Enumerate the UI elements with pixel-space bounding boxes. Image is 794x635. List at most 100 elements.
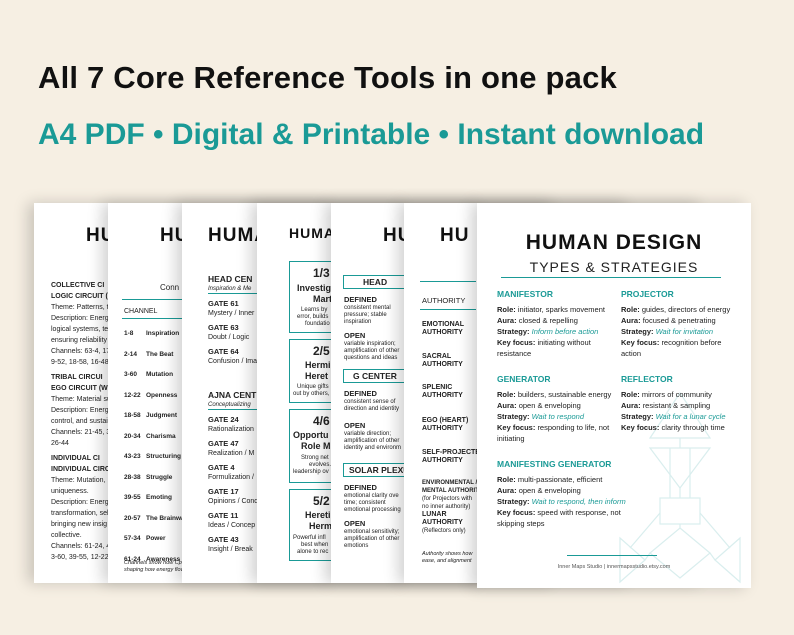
text-line: amplification of other xyxy=(344,438,400,444)
section-heading: INDIVIDUAL CI xyxy=(51,455,100,462)
gate-label: GATE 63 xyxy=(208,323,239,332)
text-line: 9-52, 18-58, 16-48 xyxy=(51,359,109,366)
field-key: Key focus: xyxy=(497,423,536,432)
section-heading: COLLECTIVE CI xyxy=(51,282,105,289)
profile-desc: error, builds xyxy=(297,314,329,320)
field-key: Key focus: xyxy=(621,423,660,432)
profile-desc: Powerful infl xyxy=(293,535,326,541)
profile-desc: leadership ov xyxy=(293,469,329,475)
field-value: initiating xyxy=(497,434,525,443)
text-line: transformation, sel xyxy=(51,510,109,517)
text-line: consistent mental xyxy=(344,305,391,311)
channel-name: Power xyxy=(146,535,166,542)
field-key: Key focus: xyxy=(497,508,536,517)
field-value: focused & penetrating xyxy=(642,316,716,325)
text-line: Theme: Material su xyxy=(51,396,111,403)
section-heading: TRIBAL CIRCUI xyxy=(51,374,103,381)
authority-name: AUTHORITY xyxy=(422,361,463,368)
field-key: Strategy: xyxy=(621,327,654,336)
page-title: HU xyxy=(440,225,470,246)
gate-desc: Insight / Break xyxy=(208,546,253,553)
profile-name: Opportu xyxy=(293,430,329,440)
channel-number: 12-22 xyxy=(124,391,141,399)
defined-label: DEFINED xyxy=(344,483,377,492)
channel-number: 43-23 xyxy=(124,453,141,460)
field-key: Aura: xyxy=(497,401,517,410)
center-heading: HEAD CEN xyxy=(208,274,253,284)
text-line: Channels: 63-4, 17 xyxy=(51,348,111,355)
footnote: ease, and alignment xyxy=(422,558,472,564)
text-line: Description: Energ xyxy=(51,407,109,414)
field-value: initiating without xyxy=(537,338,591,347)
profile-name: Investig xyxy=(297,283,332,293)
text-line: amplification of other xyxy=(344,348,400,354)
authority-name: AUTHORITY xyxy=(422,329,463,336)
section-subheading: INDIVIDUAL CIRC xyxy=(51,466,110,473)
type-heading-manifesting-generator: MANIFESTING GENERATOR xyxy=(497,459,612,469)
column-header: AUTHORITY xyxy=(422,296,466,305)
channel-name: Charisma xyxy=(146,432,176,440)
field-value: multi-passionate, efficient xyxy=(517,475,603,484)
field-value: Inform before action xyxy=(531,327,599,336)
text-line: identity and environm xyxy=(344,445,402,451)
channel-number: 2-14 xyxy=(124,350,138,358)
text-line: bringing new insig xyxy=(51,521,108,528)
center-name: HEAD xyxy=(363,277,388,287)
authority-note: (Reflectors only) xyxy=(422,528,466,534)
type-heading-reflector: REFLECTOR xyxy=(621,374,673,384)
text-line: collective. xyxy=(51,532,82,539)
gate-label: GATE 47 xyxy=(208,439,239,448)
field-value: clarity through time xyxy=(661,423,725,432)
field-key: Aura: xyxy=(621,401,641,410)
profile-desc: Strong net xyxy=(301,455,329,461)
field-key: Aura: xyxy=(497,316,517,325)
profile-desc: best when xyxy=(301,542,329,548)
channel-name: Judgment xyxy=(146,412,178,419)
footer-divider xyxy=(567,555,657,556)
field-key: Key focus: xyxy=(621,338,660,347)
authority-name: AUTHORITY xyxy=(422,392,463,399)
profile-desc: alone to rec xyxy=(297,549,329,555)
gate-desc: Opinions / Cond xyxy=(208,498,259,505)
gate-label: GATE 61 xyxy=(208,299,239,308)
field-key: Role: xyxy=(621,390,640,399)
text-line: logical systems, te xyxy=(51,326,109,333)
field-key: Strategy: xyxy=(497,497,530,506)
text-line: Theme: Mutation, xyxy=(51,477,106,484)
text-line: 26-44 xyxy=(51,440,69,447)
text-line: Channels: 61-24, 4 xyxy=(51,543,111,550)
section-subheading: EGO CIRCUIT (WI xyxy=(51,385,110,392)
center-name: G CENTER xyxy=(353,371,397,381)
gate-desc: Rationalization xyxy=(208,426,254,433)
gate-desc: Doubt / Logic xyxy=(208,334,250,341)
text-line: inspiration xyxy=(344,319,372,325)
defined-label: DEFINED xyxy=(344,295,377,304)
page-title: HUMAN DESIGN xyxy=(525,231,703,254)
field-value: recognition before xyxy=(661,338,722,347)
text-line: ensuring reliability xyxy=(51,337,108,344)
text-line: Theme: Patterns, t xyxy=(51,304,109,311)
channel-name: The Brainwa xyxy=(146,514,185,522)
text-line: Description: Energ xyxy=(51,499,109,506)
profile-desc: foundatio xyxy=(305,321,330,327)
title-divider xyxy=(501,277,721,278)
channel-number: 28-38 xyxy=(124,473,141,481)
text-line: consistent sense of xyxy=(344,399,396,405)
subline: A4 PDF • Digital & Printable • Instant d… xyxy=(38,118,705,151)
field-value: closed & repelling xyxy=(518,316,578,325)
channel-name: Inspiration xyxy=(146,330,180,337)
text-line: emotional clarity ove xyxy=(344,493,399,499)
field-key: Strategy: xyxy=(621,412,654,421)
channel-name: Emoting xyxy=(146,494,172,501)
profile-number: 5/2 xyxy=(313,494,330,508)
channel-number: 3-60 xyxy=(124,371,138,378)
profile-number: 4/6 xyxy=(313,414,330,428)
profile-number: 2/5 xyxy=(313,344,330,358)
profile-desc: evolves. xyxy=(309,462,332,468)
defined-label: DEFINED xyxy=(344,389,377,398)
profile-name: Herm xyxy=(309,521,333,531)
text-line: Channels: 21-45, 3 xyxy=(51,429,111,436)
field-key: Key focus: xyxy=(497,338,536,347)
profile-name: Role M xyxy=(301,441,331,451)
text-line: Description: Energ xyxy=(51,315,109,322)
